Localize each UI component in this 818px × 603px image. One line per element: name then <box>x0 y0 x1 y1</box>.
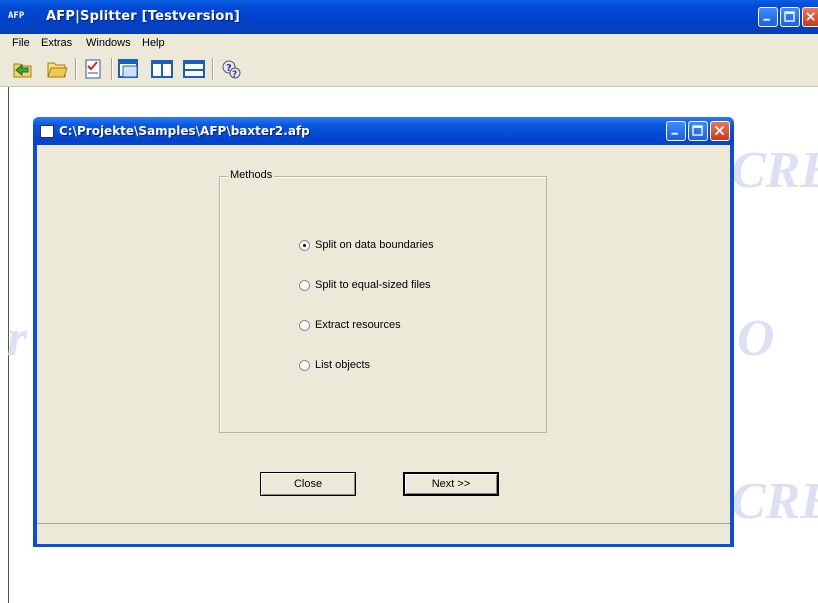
menu-extras[interactable]: Extras <box>41 37 72 49</box>
cascade-windows-icon[interactable] <box>118 58 140 80</box>
toolbar: ? ? <box>0 52 818 87</box>
maximize-button[interactable] <box>780 7 800 27</box>
document-body: Methods Split on data boundaries Split t… <box>37 145 730 544</box>
toolbar-separator <box>212 58 214 80</box>
menu-bar: File Extras Windows Help <box>0 34 818 52</box>
watermark-text: r <box>7 310 28 367</box>
window-title: AFP|Splitter [Testversion] <box>46 9 241 24</box>
document-title: C:\Projekte\Samples\AFP\baxter2.afp <box>59 124 310 138</box>
svg-text:?: ? <box>232 70 237 80</box>
close-icon <box>714 125 725 136</box>
radio-label: Extract resources <box>315 319 401 331</box>
child-maximize-button[interactable] <box>688 121 708 141</box>
back-folder-icon[interactable] <box>12 58 34 80</box>
close-window-button[interactable] <box>802 7 818 27</box>
minimize-icon <box>763 18 770 21</box>
methods-group: Methods Split on data boundaries Split t… <box>219 169 547 433</box>
close-icon <box>806 12 815 21</box>
tile-vertical-icon[interactable] <box>151 58 173 80</box>
help-icon[interactable]: ? ? <box>220 58 242 80</box>
document-window: C:\Projekte\Samples\AFP\baxter2.afp Meth… <box>33 117 734 547</box>
maximize-icon <box>784 11 795 22</box>
radio-button[interactable] <box>299 280 310 291</box>
toolbar-separator <box>111 58 113 80</box>
minimize-icon <box>671 132 678 135</box>
methods-group-label: Methods <box>228 169 275 181</box>
status-bar <box>37 523 730 544</box>
document-title-bar[interactable]: C:\Projekte\Samples\AFP\baxter2.afp <box>33 117 734 145</box>
main-title-bar[interactable]: AFP AFP|Splitter [Testversion] <box>0 0 818 34</box>
checklist-icon[interactable] <box>82 58 104 80</box>
child-close-button[interactable] <box>710 121 730 141</box>
minimize-button[interactable] <box>758 7 778 27</box>
close-button[interactable]: Close <box>260 472 356 496</box>
radio-button[interactable] <box>299 320 310 331</box>
radio-label: Split on data boundaries <box>315 239 434 251</box>
menu-help[interactable]: Help <box>142 37 165 49</box>
watermark-text: CRE <box>731 142 818 199</box>
tile-horizontal-icon[interactable] <box>183 58 205 80</box>
open-folder-icon[interactable] <box>46 58 68 80</box>
menu-file[interactable]: File <box>12 37 30 49</box>
radio-label: Split to equal-sized files <box>315 279 431 291</box>
document-icon <box>40 125 54 138</box>
menu-windows[interactable]: Windows <box>86 37 131 49</box>
child-minimize-button[interactable] <box>666 121 686 141</box>
radio-button-checked[interactable] <box>299 240 310 251</box>
app-icon: AFP <box>8 11 25 21</box>
next-button[interactable]: Next >> <box>403 472 499 496</box>
toolbar-separator <box>75 58 77 80</box>
radio-label: List objects <box>315 359 371 371</box>
watermark-text: CRE <box>731 473 818 530</box>
radio-button[interactable] <box>299 360 310 371</box>
watermark-text: O <box>737 310 775 367</box>
maximize-icon <box>692 125 703 136</box>
